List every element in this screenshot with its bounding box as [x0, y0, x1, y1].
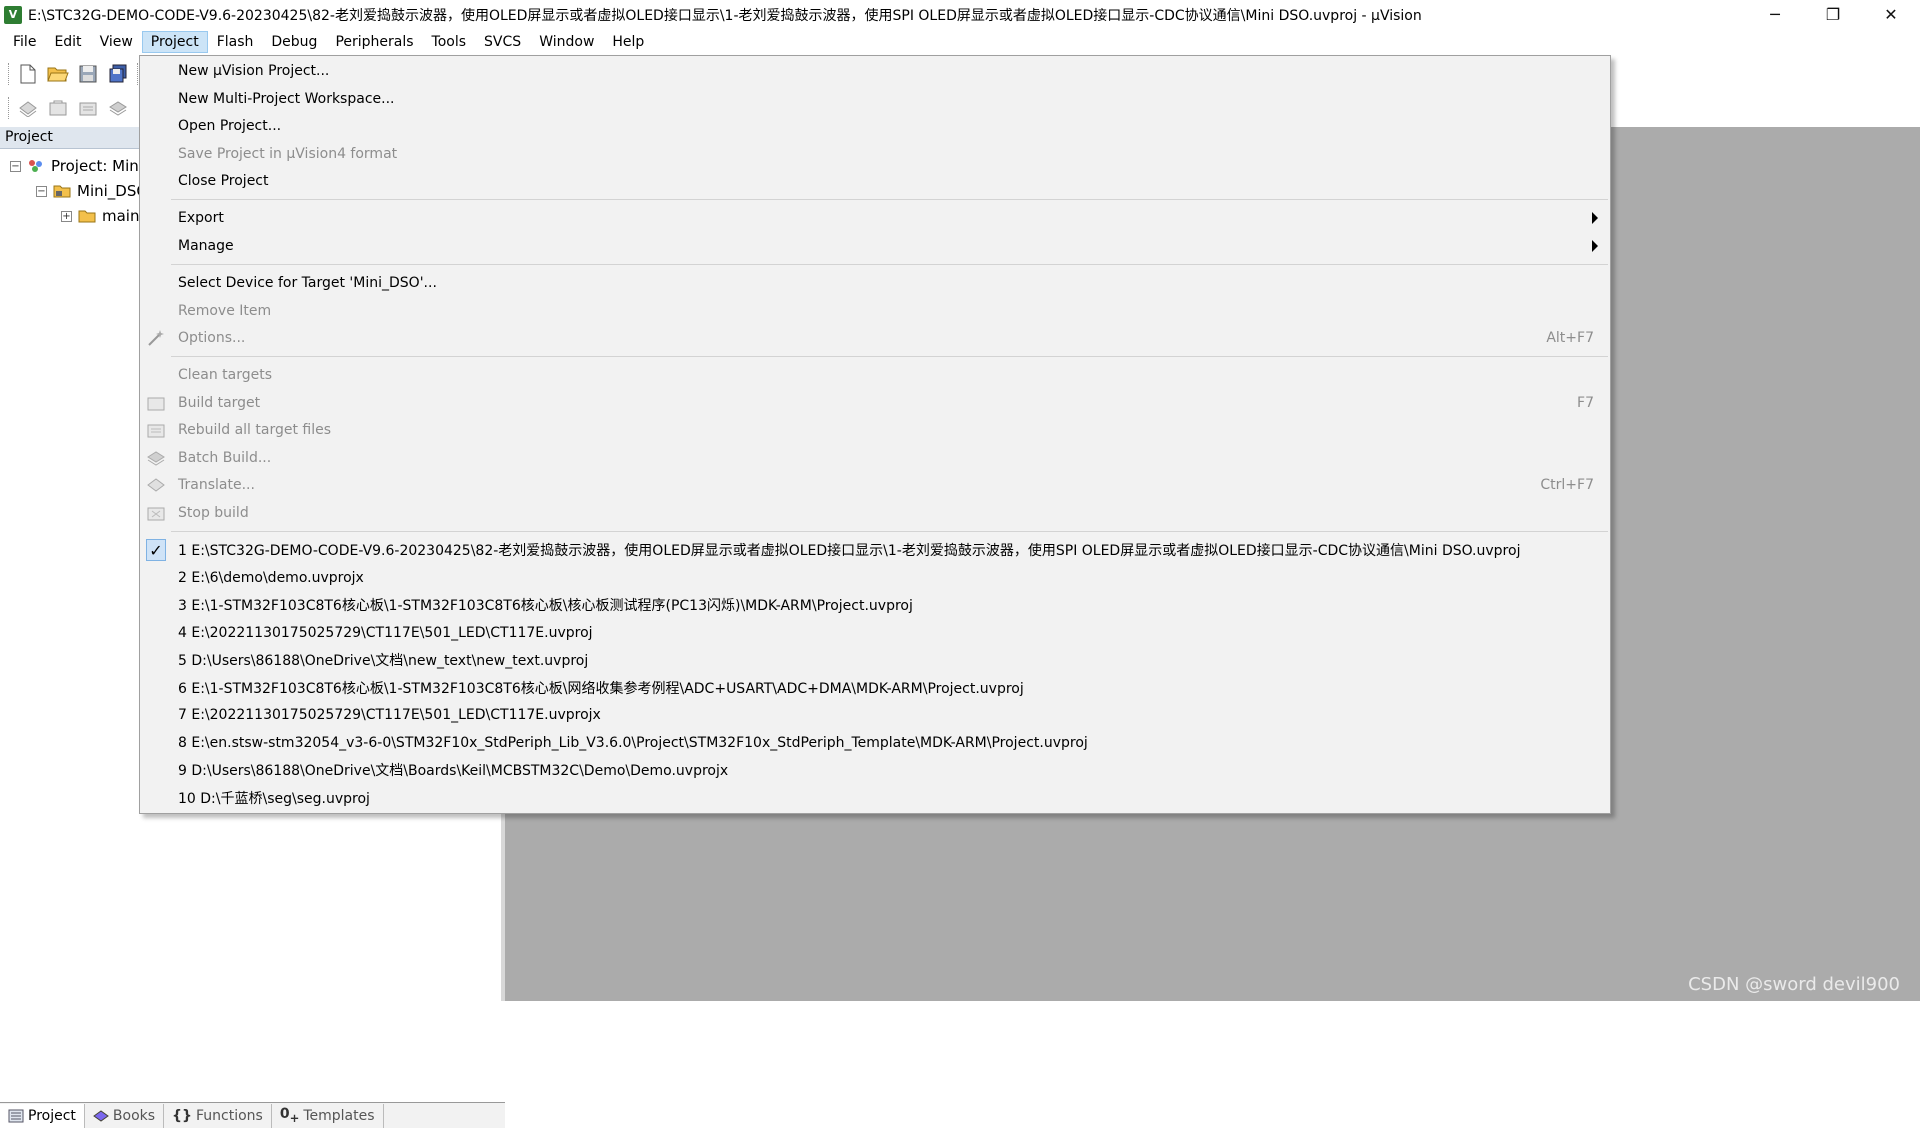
uvision-app-icon: V [4, 5, 22, 24]
restore-icon[interactable]: ❐ [1804, 0, 1862, 29]
window-title: E:\STC32G-DEMO-CODE-V9.6-20230425\82-老刘爱… [28, 7, 1422, 24]
save-uvision4-item[interactable]: Save Project in µVision4 format [140, 141, 1610, 167]
target-folder-icon [53, 185, 71, 198]
project-dropdown-menu: New µVision Project... New Multi-Project… [139, 55, 1611, 814]
project-icon [29, 160, 42, 172]
rebuild-icon [146, 420, 166, 440]
panel-tab-bar: Project Books {} Functions 0+ Templates [0, 1102, 505, 1128]
tree-node-group[interactable]: + main [61, 205, 139, 227]
translate-icon [146, 475, 166, 495]
build-icon[interactable] [47, 97, 69, 119]
tab-functions[interactable]: {} Functions [164, 1103, 272, 1128]
folder-icon [78, 210, 96, 223]
rebuild-all-item[interactable]: Rebuild all target files [140, 417, 1610, 443]
menu-window[interactable]: Window [530, 31, 603, 53]
menu-separator [171, 356, 1608, 357]
menu-help[interactable]: Help [603, 31, 653, 53]
menu-svcs[interactable]: SVCS [475, 31, 530, 53]
clean-targets-item[interactable]: Clean targets [140, 362, 1610, 388]
recent-project-3[interactable]: 3 E:\1-STM32F103C8T6核心板\1-STM32F103C8T6核… [140, 592, 1610, 618]
toolbar-separator [137, 63, 138, 85]
translate-icon[interactable] [17, 97, 39, 119]
build-icon [146, 393, 166, 413]
tree-node-label: Project: Mini [51, 157, 143, 175]
manage-item[interactable]: Manage [140, 233, 1610, 259]
submenu-arrow-icon [1592, 240, 1598, 252]
templates-icon: 0+ [279, 1106, 300, 1125]
stop-build-icon [146, 503, 166, 523]
recent-project-2[interactable]: 2 E:\6\demo\demo.uvprojx [140, 565, 1610, 591]
export-item[interactable]: Export [140, 205, 1610, 231]
menu-view[interactable]: View [91, 31, 142, 53]
braces-icon: {} [172, 1107, 192, 1124]
collapse-icon[interactable]: − [10, 160, 21, 172]
menu-edit[interactable]: Edit [45, 31, 90, 53]
save-icon[interactable] [77, 63, 99, 85]
menu-separator [171, 531, 1608, 532]
recent-project-6[interactable]: 6 E:\1-STM32F103C8T6核心板\1-STM32F103C8T6核… [140, 675, 1610, 701]
tree-node-project[interactable]: − Project: Mini [10, 155, 143, 177]
tab-label: Project [28, 1107, 76, 1124]
batch-build-item[interactable]: Batch Build... [140, 445, 1610, 471]
recent-project-10[interactable]: 10 D:\千蓝桥\seg\seg.uvproj [140, 785, 1610, 811]
recent-project-9[interactable]: 9 D:\Users\86188\OneDrive\文档\Boards\Keil… [140, 757, 1610, 783]
checkmark-icon: ✓ [146, 539, 166, 561]
remove-item[interactable]: Remove Item [140, 298, 1610, 324]
menu-peripherals[interactable]: Peripherals [326, 31, 422, 53]
options-item[interactable]: Options... Alt+F7 [140, 325, 1610, 351]
close-icon[interactable]: ✕ [1862, 0, 1920, 29]
menu-debug[interactable]: Debug [262, 31, 326, 53]
toolbar-grip[interactable] [8, 97, 9, 119]
tab-label: Books [112, 1107, 156, 1124]
stop-build-item[interactable]: Stop build [140, 500, 1610, 526]
submenu-arrow-icon [1592, 212, 1598, 224]
tab-label: Templates [303, 1107, 375, 1124]
menu-tools[interactable]: Tools [423, 31, 476, 53]
recent-project-7[interactable]: 7 E:\20221130175025729\CT117E\501_LED\CT… [140, 702, 1610, 728]
menu-flash[interactable]: Flash [208, 31, 263, 53]
watermark: CSDN @sword devil900 [1688, 974, 1900, 995]
batch-build-icon [146, 448, 166, 468]
new-workspace-item[interactable]: New Multi-Project Workspace... [140, 86, 1610, 112]
tab-books[interactable]: Books [85, 1103, 165, 1128]
batch-build-icon[interactable] [107, 97, 129, 119]
menu-separator [171, 199, 1608, 200]
tab-label: Functions [195, 1107, 263, 1124]
tree-node-label: Mini_DSO [77, 182, 149, 200]
menu-file[interactable]: File [4, 31, 45, 53]
books-icon [93, 1109, 109, 1122]
tree-node-target[interactable]: − Mini_DSO [36, 180, 148, 202]
build-target-item[interactable]: Build target F7 [140, 390, 1610, 416]
recent-project-5[interactable]: 5 D:\Users\86188\OneDrive\文档\new_text\ne… [140, 647, 1610, 673]
translate-item[interactable]: Translate... Ctrl+F7 [140, 472, 1610, 498]
tab-project[interactable]: Project [0, 1103, 85, 1128]
menu-project[interactable]: Project [141, 31, 208, 53]
select-device-item[interactable]: Select Device for Target 'Mini_DSO'... [140, 270, 1610, 296]
menu-bar: File Edit View Project Flash Debug Perip… [0, 29, 1920, 55]
tree-node-label: main [102, 207, 140, 225]
recent-project-1[interactable]: ✓ 1 E:\STC32G-DEMO-CODE-V9.6-20230425\82… [140, 537, 1610, 563]
project-tab-icon [8, 1109, 24, 1122]
expand-icon[interactable]: + [61, 210, 72, 222]
rebuild-icon[interactable] [77, 97, 99, 119]
title-bar: V E:\STC32G-DEMO-CODE-V9.6-20230425\82-老… [0, 0, 1920, 29]
open-file-icon[interactable] [47, 63, 69, 85]
toolbar-grip[interactable] [8, 63, 9, 85]
recent-project-4[interactable]: 4 E:\20221130175025729\CT117E\501_LED\CT… [140, 620, 1610, 646]
close-project-item[interactable]: Close Project [140, 168, 1610, 194]
new-project-item[interactable]: New µVision Project... [140, 58, 1610, 84]
options-wand-icon [146, 328, 166, 348]
minimize-icon[interactable]: ─ [1746, 0, 1804, 29]
recent-project-8[interactable]: 8 E:\en.stsw-stm32054_v3-6-0\STM32F10x_S… [140, 730, 1610, 756]
open-project-item[interactable]: Open Project... [140, 113, 1610, 139]
menu-separator [171, 264, 1608, 265]
tab-templates[interactable]: 0+ Templates [272, 1103, 384, 1128]
new-file-icon[interactable] [17, 63, 39, 85]
save-all-icon[interactable] [107, 63, 129, 85]
collapse-icon[interactable]: − [36, 185, 47, 197]
